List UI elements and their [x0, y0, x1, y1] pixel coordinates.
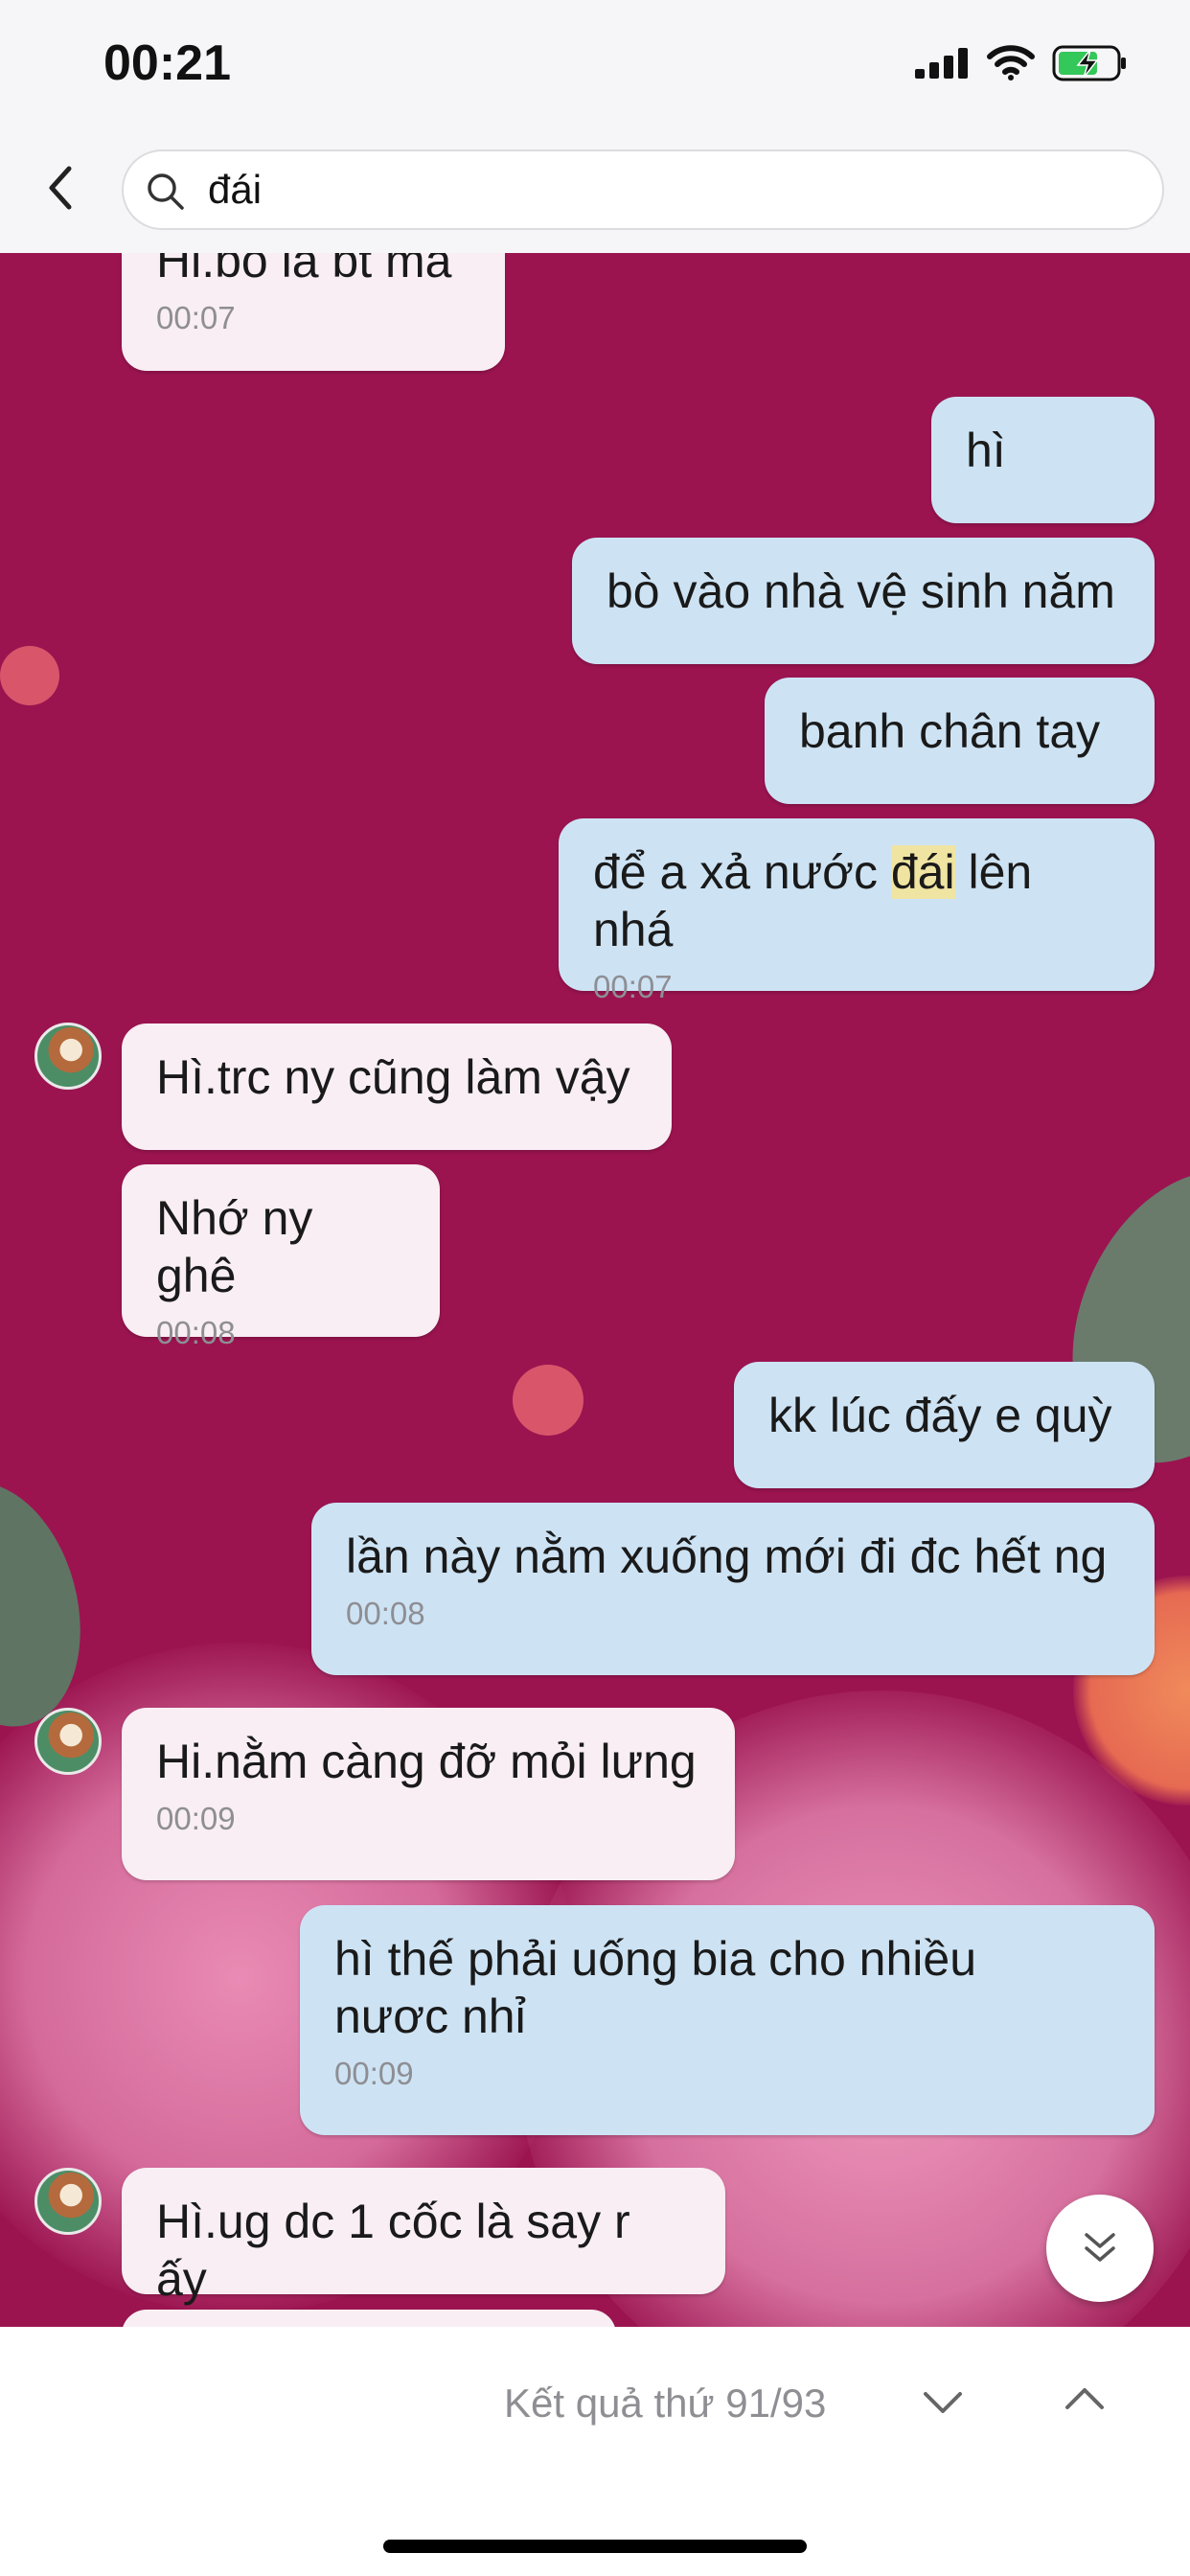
home-indicator[interactable] [383, 2540, 807, 2553]
message-text: lần này nằm xuống mới đi đc hết ng [346, 1530, 1108, 1583]
wifi-icon [987, 45, 1035, 80]
message-incoming[interactable]: Hì.ug dc 1 cốc là say r ấy [122, 2168, 725, 2306]
background-flower-small [513, 1365, 584, 1436]
search-query[interactable]: đái [208, 167, 262, 213]
message-incoming[interactable]: Hi.bo la bt ma 00:07 [122, 253, 505, 371]
message-text: bò vào nhà vệ sinh năm [606, 564, 1115, 618]
message-text: Hi.bo la bt ma [156, 253, 452, 288]
battery-charging-icon [1052, 45, 1126, 81]
message-outgoing[interactable]: banh chân tay [765, 678, 1155, 804]
search-results-bar: Kết quả thứ 91/93 [0, 2327, 1190, 2576]
back-button[interactable] [38, 159, 86, 217]
search-highlight: đái [890, 845, 955, 899]
next-result-button[interactable] [922, 2388, 964, 2417]
message-time: 00:09 [156, 1801, 236, 1836]
message-text: hì [966, 424, 1006, 477]
message-text: kk lúc đấy e quỳ [768, 1389, 1112, 1442]
message-outgoing[interactable]: hì [931, 397, 1155, 523]
message-incoming-partial[interactable] [122, 2310, 616, 2327]
message-text: Hi.nằm càng đỡ mỏi lưng [156, 1735, 697, 1788]
search-input[interactable]: đái [122, 150, 1164, 230]
message-time: 00:09 [334, 2056, 414, 2091]
message-outgoing[interactable]: hì thế phải uống bia cho nhiều nươc nhỉ … [300, 1905, 1155, 2135]
message-outgoing[interactable]: lần này nằm xuống mới đi đc hết ng 00:08 [311, 1503, 1155, 1675]
message-outgoing[interactable]: bò vào nhà vệ sinh năm [572, 538, 1155, 664]
cellular-signal-icon [915, 48, 968, 79]
background-flower-small [0, 646, 59, 705]
message-time: 00:08 [156, 1315, 236, 1350]
status-time: 00:21 [103, 35, 231, 91]
message-text-before: để a xả nước [593, 845, 891, 899]
message-text: Hì.ug dc 1 cốc là say r ấy [156, 2195, 630, 2306]
message-text: Nhớ ny ghê [156, 1191, 313, 1302]
previous-result-button[interactable] [1064, 2384, 1106, 2413]
message-time: 00:07 [156, 300, 236, 335]
contact-avatar[interactable] [34, 1708, 102, 1775]
result-counter: Kết quả thứ 91/93 [504, 2380, 827, 2426]
message-incoming[interactable]: Hì.trc ny cũng làm vậy [122, 1024, 672, 1150]
message-incoming[interactable]: Hi.nằm càng đỡ mỏi lưng 00:09 [122, 1708, 735, 1880]
message-text: Hì.trc ny cũng làm vậy [156, 1050, 630, 1104]
message-incoming[interactable]: Nhớ ny ghê 00:08 [122, 1164, 440, 1350]
scroll-to-bottom-button[interactable] [1046, 2195, 1154, 2302]
double-chevron-down-icon [1085, 2233, 1115, 2262]
message-time: 00:07 [593, 969, 673, 1004]
message-time: 00:08 [346, 1596, 425, 1631]
chat-area[interactable]: Hi.bo la bt ma 00:07 hì bò vào nhà vệ si… [0, 253, 1190, 2327]
message-text: banh chân tay [799, 704, 1101, 758]
contact-avatar[interactable] [34, 2168, 102, 2235]
search-icon [148, 173, 184, 210]
message-text: hì thế phải uống bia cho nhiều nươc nhỉ [334, 1932, 976, 2043]
contact-avatar[interactable] [34, 1023, 102, 1090]
header: 00:21 đái [0, 0, 1190, 253]
message-outgoing[interactable]: kk lúc đấy e quỳ [734, 1362, 1155, 1488]
message-outgoing-search-match[interactable]: để a xả nước đái lên nhá 00:07 [559, 818, 1155, 1004]
